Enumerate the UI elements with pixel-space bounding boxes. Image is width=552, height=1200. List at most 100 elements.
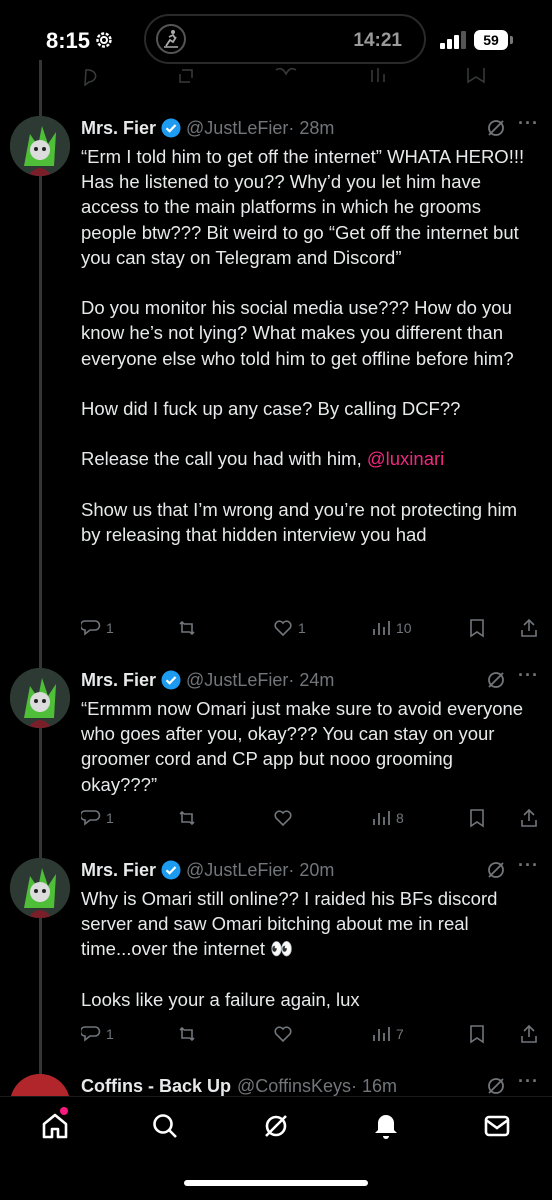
tweet-time[interactable]: · 24m — [288, 670, 334, 691]
display-name[interactable]: Mrs. Fier — [81, 860, 156, 881]
verified-badge-icon — [161, 860, 181, 880]
mention-link[interactable]: @luxinari — [367, 448, 444, 469]
reply-count: 1 — [106, 1026, 114, 1042]
reply-icon — [81, 810, 101, 826]
retweet-button[interactable] — [177, 806, 197, 830]
share-button[interactable] — [519, 806, 539, 830]
tweet-header: Mrs. Fier @JustLeFier · 28m — [81, 116, 334, 140]
search-icon[interactable] — [150, 1111, 180, 1141]
more-options-icon[interactable]: ··· — [518, 114, 540, 138]
display-name[interactable]: Mrs. Fier — [81, 118, 156, 139]
battery-icon: 59 — [474, 30, 508, 50]
island-time: 14:21 — [353, 30, 402, 51]
reply-count: 1 — [106, 810, 114, 826]
bookmark-icon — [470, 809, 484, 828]
handle[interactable]: @JustLeFier — [186, 118, 288, 139]
previous-tweet-actions — [80, 68, 540, 86]
signal-icon — [440, 31, 466, 49]
more-options-icon[interactable]: ··· — [518, 666, 540, 690]
handle[interactable]: @JustLeFier — [186, 860, 288, 881]
views-icon — [373, 621, 390, 635]
grok-icon[interactable] — [486, 1076, 506, 1096]
home-icon[interactable] — [40, 1111, 70, 1141]
notification-dot — [60, 1107, 68, 1115]
tweet-paragraph: Do you monitor his social media use??? H… — [81, 297, 514, 369]
tweet-header: Coffins - Back Up @CoffinsKeys · 16m — [81, 1074, 397, 1098]
dynamic-island[interactable]: 14:21 — [144, 14, 426, 64]
display-name[interactable]: Mrs. Fier — [81, 670, 156, 691]
views-button[interactable]: 10 — [371, 616, 412, 640]
retweet-icon — [179, 810, 195, 826]
tweet-header: Mrs. Fier @JustLeFier · 20m — [81, 858, 334, 882]
handle[interactable]: @CoffinsKeys — [237, 1076, 351, 1097]
grok-icon[interactable] — [486, 118, 506, 138]
grok-icon[interactable] — [486, 860, 506, 880]
views-count: 7 — [396, 1026, 404, 1042]
battery-tip — [510, 36, 513, 44]
reply-button[interactable]: 1 — [81, 616, 114, 640]
views-count: 10 — [396, 620, 412, 636]
avatar[interactable] — [10, 668, 70, 728]
fitness-icon — [156, 24, 186, 54]
like-button[interactable] — [273, 1022, 293, 1046]
avatar[interactable] — [10, 858, 70, 918]
tweet-time[interactable]: · 20m — [288, 860, 334, 881]
bookmark-icon — [470, 1025, 484, 1044]
grok-icon[interactable] — [486, 670, 506, 690]
tweet-paragraph: Release the call you had with him, @luxi… — [81, 446, 531, 471]
tweet-actions: 1 1 10 — [81, 616, 541, 640]
share-icon — [521, 1024, 537, 1043]
tweet-text: “Erm I told him to get off the internet”… — [81, 144, 531, 547]
bookmark-button[interactable] — [467, 616, 487, 640]
messages-icon[interactable] — [482, 1111, 512, 1141]
like-button[interactable]: 1 — [273, 616, 306, 640]
share-icon — [521, 618, 537, 637]
tweet-time[interactable]: · 16m — [351, 1076, 397, 1097]
notifications-icon[interactable] — [371, 1111, 401, 1141]
tweet-text: Why is Omari still online?? I raided his… — [81, 886, 531, 1012]
tweet-actions: 1 7 — [81, 1022, 541, 1046]
retweet-button[interactable] — [177, 616, 197, 640]
tweet-text: “Ermmm now Omari just make sure to avoid… — [81, 696, 531, 797]
bookmark-button[interactable] — [467, 806, 487, 830]
tweet-paragraph: How did I fuck up any case? By calling D… — [81, 398, 461, 419]
retweet-icon — [179, 620, 195, 636]
gear-icon — [96, 32, 112, 48]
verified-badge-icon — [161, 118, 181, 138]
grok-icon[interactable] — [261, 1111, 291, 1141]
bookmark-button[interactable] — [467, 1022, 487, 1046]
share-button[interactable] — [519, 1022, 539, 1046]
tweet-paragraph: “Ermmm now Omari just make sure to avoid… — [81, 698, 524, 795]
tweet-time[interactable]: · 28m — [288, 118, 334, 139]
retweet-button[interactable] — [177, 1022, 197, 1046]
avatar[interactable] — [10, 116, 70, 176]
more-options-icon[interactable]: ··· — [518, 856, 540, 880]
thread-line — [39, 60, 42, 1100]
display-name[interactable]: Coffins - Back Up — [81, 1076, 231, 1097]
reply-icon — [81, 620, 101, 636]
handle[interactable]: @JustLeFier — [186, 670, 288, 691]
views-icon — [373, 1027, 390, 1041]
heart-icon — [274, 620, 292, 637]
reply-button[interactable]: 1 — [81, 1022, 114, 1046]
views-button[interactable]: 8 — [371, 806, 404, 830]
more-options-icon[interactable]: ··· — [518, 1072, 540, 1096]
reply-button[interactable]: 1 — [81, 806, 114, 830]
views-icon — [373, 811, 390, 825]
home-indicator[interactable] — [184, 1180, 368, 1186]
tweet-paragraph: Looks like your a failure again, lux — [81, 988, 360, 1010]
reply-icon — [81, 1026, 101, 1042]
share-icon — [521, 808, 537, 827]
tweet-header: Mrs. Fier @JustLeFier · 24m — [81, 668, 334, 692]
tweet-paragraph: “Erm I told him to get off the internet”… — [81, 146, 525, 268]
reply-count: 1 — [106, 620, 114, 636]
share-button[interactable] — [519, 616, 539, 640]
like-button[interactable] — [273, 806, 293, 830]
bookmark-icon — [470, 619, 484, 638]
tweet-actions: 1 8 — [81, 806, 541, 830]
verified-badge-icon — [161, 670, 181, 690]
retweet-icon — [179, 1026, 195, 1042]
views-button[interactable]: 7 — [371, 1022, 404, 1046]
tweet-text-fragment: Release the call you had with him, — [81, 448, 367, 470]
like-count: 1 — [298, 620, 306, 636]
